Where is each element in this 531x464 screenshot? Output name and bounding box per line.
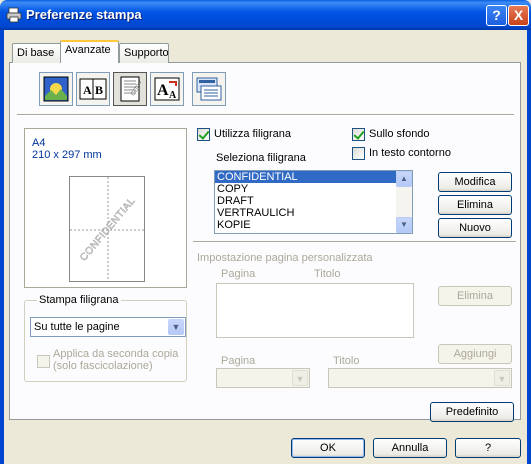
- toolbar-separator: [17, 114, 514, 116]
- from-second-copy-checkbox[interactable]: [37, 355, 50, 368]
- watermark-pages-value: Su tutte le pagine: [34, 321, 120, 333]
- scroll-up-icon[interactable]: ▲: [396, 171, 412, 187]
- ok-button[interactable]: OK: [291, 438, 365, 458]
- paper-size-label: A4: [32, 137, 46, 149]
- help-title-button[interactable]: ?: [486, 5, 507, 26]
- use-watermark-label: Utilizza filigrana: [214, 128, 292, 140]
- tab-di-base[interactable]: Di base: [12, 43, 62, 63]
- background-checkbox[interactable]: [352, 128, 365, 141]
- help-button[interactable]: ?: [455, 438, 521, 458]
- edit-button[interactable]: Modifica: [438, 172, 512, 192]
- list-item[interactable]: DRAFT: [215, 195, 412, 207]
- chevron-down-icon: ▼: [168, 319, 184, 335]
- background-label: Sullo sfondo: [369, 128, 430, 140]
- scaling-button[interactable]: A A: [150, 72, 184, 106]
- scaling-icon: A A: [154, 77, 180, 101]
- custom-delete-button[interactable]: Elimina: [438, 286, 512, 306]
- device-options-button[interactable]: [192, 72, 226, 106]
- quality-icon: [43, 76, 69, 102]
- svg-text:A: A: [83, 83, 92, 97]
- custom-page-title: Impostazione pagina personalizzata: [197, 252, 373, 264]
- tab-supporto[interactable]: Supporto: [119, 43, 169, 63]
- column-page-header: Pagina: [221, 268, 256, 280]
- page-select[interactable]: ▼: [216, 368, 310, 388]
- list-scrollbar[interactable]: ▲ ▼: [396, 171, 412, 233]
- section-separator: [193, 241, 516, 243]
- title-bar: Preferenze stampa ? X: [0, 0, 531, 30]
- duplex-icon: A B: [79, 78, 107, 100]
- from-second-copy-label: Applica da seconda copia: [53, 348, 179, 360]
- chevron-down-icon: ▼: [494, 370, 510, 386]
- svg-text:A: A: [157, 82, 169, 99]
- scroll-down-icon[interactable]: ▼: [396, 217, 412, 233]
- watermark-button[interactable]: COPY: [113, 72, 147, 106]
- from-second-copy-sub-label: (solo fascicolazione): [53, 360, 153, 372]
- svg-text:B: B: [95, 83, 103, 97]
- delete-button[interactable]: Elimina: [438, 195, 512, 215]
- close-button[interactable]: X: [508, 5, 529, 26]
- watermark-list[interactable]: CONFIDENTIAL COPY DRAFT VERTRAULICH KOPI…: [214, 170, 413, 234]
- use-watermark-checkbox[interactable]: [197, 128, 210, 141]
- device-options-icon: [196, 77, 222, 101]
- window-title: Preferenze stampa: [26, 7, 142, 22]
- duplex-button[interactable]: A B: [76, 72, 110, 106]
- default-button[interactable]: Predefinito: [430, 402, 514, 422]
- print-watermark-legend: Stampa filigrana: [37, 294, 121, 306]
- column-title-header: Titolo: [314, 268, 341, 280]
- add-button[interactable]: Aggiungi: [438, 344, 512, 364]
- page-field-label: Pagina: [221, 355, 256, 367]
- select-watermark-label: Seleziona filigrana: [216, 152, 306, 164]
- list-item[interactable]: VERTRAULICH: [215, 207, 412, 219]
- window-frame-right: [527, 30, 531, 464]
- svg-text:A: A: [169, 90, 177, 101]
- window-frame-left: [0, 30, 4, 464]
- quality-button[interactable]: [39, 72, 73, 106]
- outline-text-label: In testo contorno: [369, 147, 451, 159]
- custom-page-list[interactable]: [216, 283, 414, 338]
- page-preview: CONFIDENTIAL: [69, 176, 145, 282]
- watermark-icon: COPY: [120, 76, 141, 102]
- chevron-down-icon: ▼: [292, 370, 308, 386]
- paper-dimensions-label: 210 x 297 mm: [32, 149, 102, 161]
- list-item[interactable]: KOPIE: [215, 219, 412, 231]
- title-select[interactable]: ▼: [328, 368, 512, 388]
- tab-avanzate[interactable]: Avanzate: [60, 40, 119, 63]
- printer-icon: [6, 7, 22, 23]
- list-item[interactable]: COPY: [215, 183, 412, 195]
- outline-text-checkbox[interactable]: [352, 147, 365, 160]
- list-item[interactable]: CONFIDENTIAL: [215, 171, 412, 183]
- new-button[interactable]: Nuovo: [438, 218, 512, 238]
- title-field-label: Titolo: [333, 355, 360, 367]
- cancel-button[interactable]: Annulla: [373, 438, 447, 458]
- watermark-pages-select[interactable]: Su tutte le pagine ▼: [30, 317, 186, 337]
